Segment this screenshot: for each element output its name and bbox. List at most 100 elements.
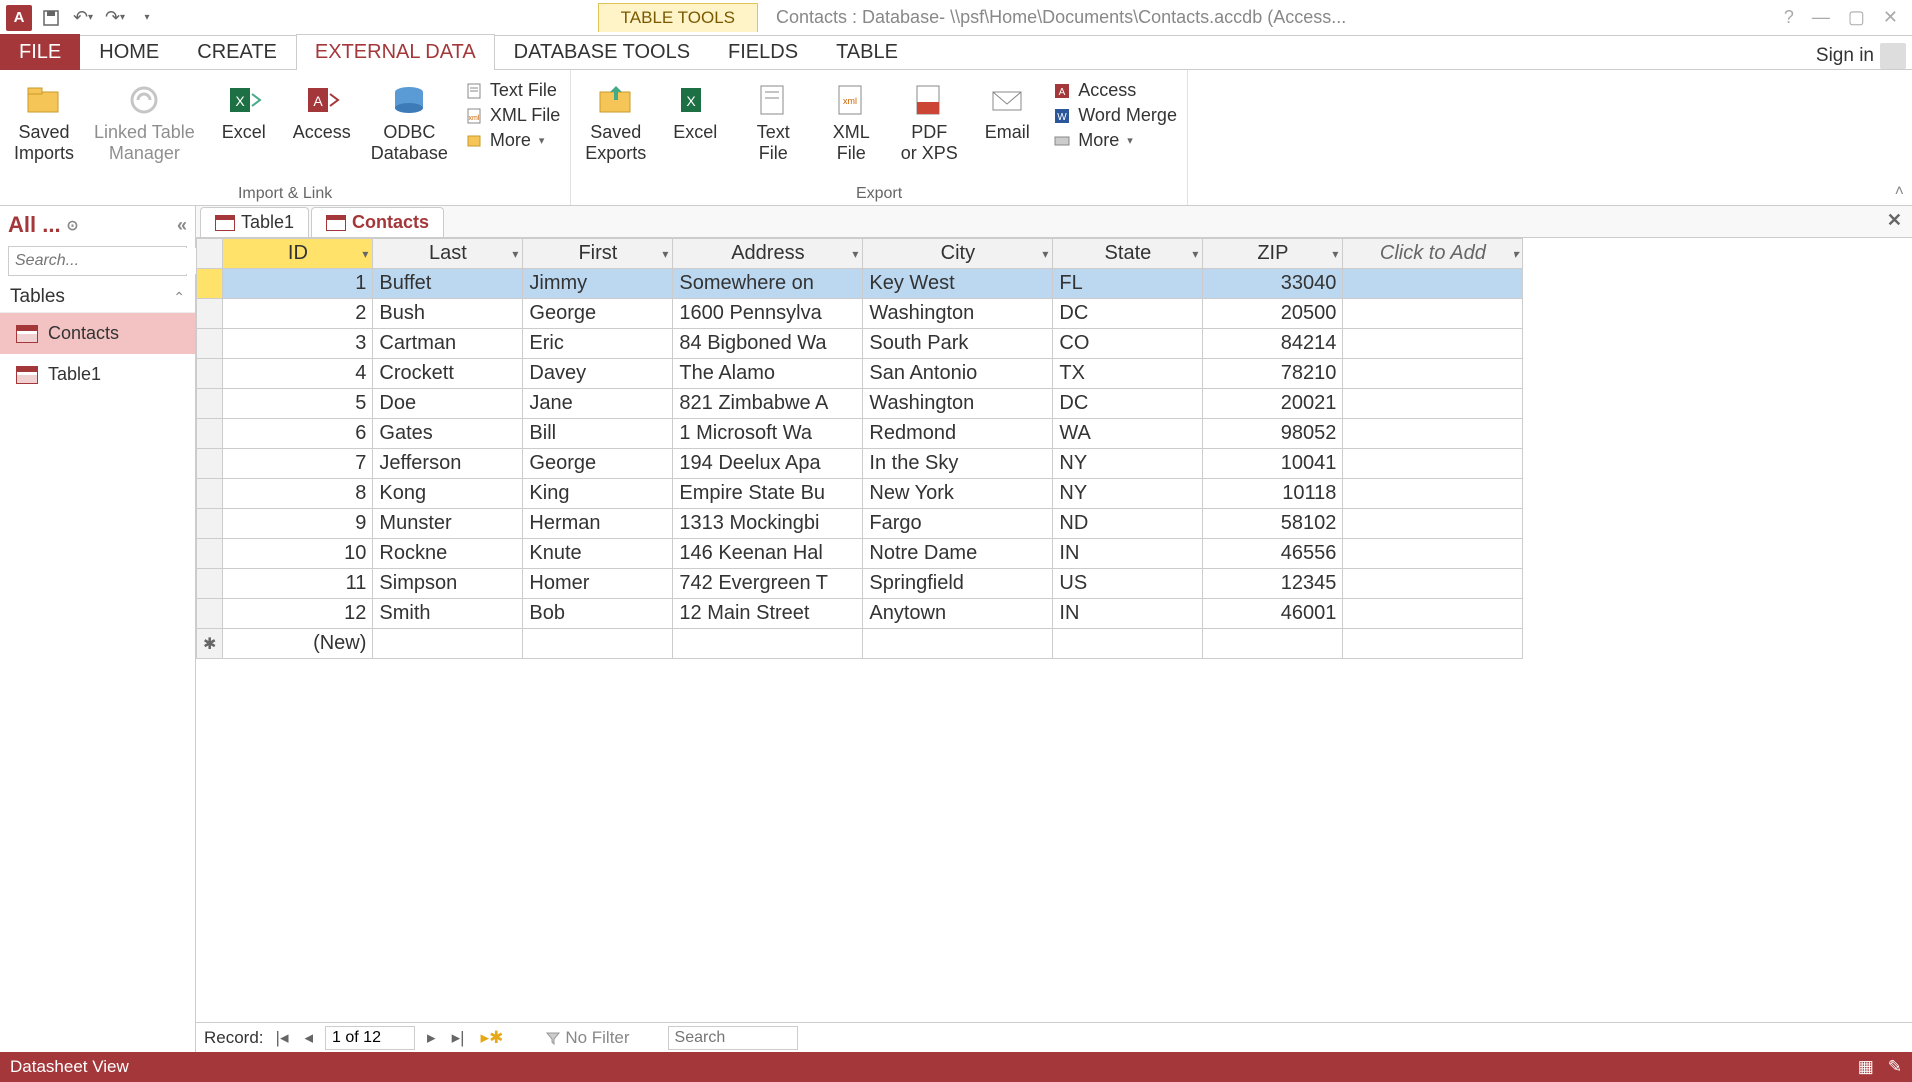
cell[interactable]: 84 Bigboned Wa <box>673 329 863 359</box>
cell[interactable]: 1600 Pennsylva <box>673 299 863 329</box>
row-selector[interactable] <box>197 599 223 629</box>
record-search-input[interactable] <box>668 1026 798 1050</box>
datasheet-view-icon[interactable]: ▦ <box>1858 1057 1874 1077</box>
column-dropdown-icon[interactable]: ▾ <box>1042 247 1048 261</box>
cell[interactable]: South Park <box>863 329 1053 359</box>
cell[interactable]: In the Sky <box>863 449 1053 479</box>
cell[interactable]: NY <box>1053 449 1203 479</box>
nav-collapse-icon[interactable]: « <box>177 215 187 236</box>
cell[interactable]: DC <box>1053 389 1203 419</box>
cell[interactable]: IN <box>1053 539 1203 569</box>
filter-indicator[interactable]: No Filter <box>545 1028 629 1048</box>
cell[interactable]: Eric <box>523 329 673 359</box>
table-row[interactable]: 2BushGeorge1600 PennsylvaWashingtonDC205… <box>197 299 1523 329</box>
export-excel-button[interactable]: X Excel <box>658 76 732 147</box>
cell[interactable]: Key West <box>863 269 1053 299</box>
table-row[interactable]: 5DoeJane821 Zimbabwe AWashingtonDC20021 <box>197 389 1523 419</box>
tab-home[interactable]: HOME <box>80 34 178 70</box>
cell[interactable] <box>1343 539 1523 569</box>
column-dropdown-icon[interactable]: ▾ <box>1332 247 1338 261</box>
cell[interactable]: 78210 <box>1203 359 1343 389</box>
column-dropdown-icon[interactable]: ▾ <box>512 247 518 261</box>
import-text-file-button[interactable]: Text File <box>464 80 560 101</box>
cell[interactable] <box>1343 599 1523 629</box>
table-row[interactable]: 12SmithBob12 Main StreetAnytownIN46001 <box>197 599 1523 629</box>
close-icon[interactable]: ✕ <box>1883 7 1898 28</box>
cell[interactable]: Washington <box>863 389 1053 419</box>
cell[interactable]: 10041 <box>1203 449 1343 479</box>
saved-exports-button[interactable]: Saved Exports <box>577 76 654 167</box>
cell[interactable]: 20500 <box>1203 299 1343 329</box>
cell[interactable]: (New) <box>223 629 373 659</box>
first-record-button[interactable]: |◂ <box>272 1028 293 1048</box>
row-selector[interactable] <box>197 569 223 599</box>
cell[interactable]: Bush <box>373 299 523 329</box>
cell[interactable]: The Alamo <box>673 359 863 389</box>
next-record-button[interactable]: ▸ <box>423 1028 440 1048</box>
cell[interactable]: New York <box>863 479 1053 509</box>
cell[interactable]: Bill <box>523 419 673 449</box>
cell[interactable]: IN <box>1053 599 1203 629</box>
cell[interactable]: 10118 <box>1203 479 1343 509</box>
import-excel-button[interactable]: X Excel <box>207 76 281 147</box>
linked-table-manager-button[interactable]: Linked Table Manager <box>86 76 203 167</box>
cell[interactable]: Notre Dame <box>863 539 1053 569</box>
cell[interactable]: 742 Evergreen T <box>673 569 863 599</box>
tab-database-tools[interactable]: DATABASE TOOLS <box>495 34 709 70</box>
cell[interactable]: FL <box>1053 269 1203 299</box>
design-view-icon[interactable]: ✎ <box>1888 1057 1902 1077</box>
cell[interactable]: Doe <box>373 389 523 419</box>
table-row[interactable]: 7JeffersonGeorge194 Deelux ApaIn the Sky… <box>197 449 1523 479</box>
cell[interactable] <box>373 629 523 659</box>
export-email-button[interactable]: Email <box>970 76 1044 147</box>
cell[interactable]: Anytown <box>863 599 1053 629</box>
cell[interactable]: Davey <box>523 359 673 389</box>
click-to-add-column[interactable]: Click to Add▾ <box>1343 239 1523 269</box>
cell[interactable]: Redmond <box>863 419 1053 449</box>
tab-file[interactable]: FILE <box>0 34 80 70</box>
cell[interactable]: 1313 Mockingbi <box>673 509 863 539</box>
cell[interactable]: King <box>523 479 673 509</box>
cell[interactable] <box>1343 299 1523 329</box>
new-row-selector[interactable]: ✱ <box>197 629 223 659</box>
cell[interactable]: 46001 <box>1203 599 1343 629</box>
tab-create[interactable]: CREATE <box>178 34 296 70</box>
column-dropdown-icon[interactable]: ▾ <box>1192 247 1198 261</box>
cell[interactable]: 5 <box>223 389 373 419</box>
cell[interactable]: US <box>1053 569 1203 599</box>
cell[interactable]: 12345 <box>1203 569 1343 599</box>
cell[interactable] <box>1203 629 1343 659</box>
cell[interactable]: 20021 <box>1203 389 1343 419</box>
cell[interactable] <box>1343 419 1523 449</box>
cell[interactable]: 7 <box>223 449 373 479</box>
cell[interactable]: Jane <box>523 389 673 419</box>
prev-record-button[interactable]: ◂ <box>300 1028 317 1048</box>
cell[interactable]: Munster <box>373 509 523 539</box>
cell[interactable]: Bob <box>523 599 673 629</box>
word-merge-button[interactable]: W Word Merge <box>1052 105 1177 126</box>
cell[interactable]: Empire State Bu <box>673 479 863 509</box>
cell[interactable]: DC <box>1053 299 1203 329</box>
cell[interactable]: San Antonio <box>863 359 1053 389</box>
cell[interactable]: Smith <box>373 599 523 629</box>
import-access-button[interactable]: A Access <box>285 76 359 147</box>
export-pdf-button[interactable]: PDF or XPS <box>892 76 966 167</box>
table-row[interactable]: 1BuffetJimmySomewhere onKey WestFL33040 <box>197 269 1523 299</box>
import-more-button[interactable]: More▾ <box>464 130 560 151</box>
table-row[interactable]: 10RockneKnute146 Keenan HalNotre DameIN4… <box>197 539 1523 569</box>
cell[interactable]: 2 <box>223 299 373 329</box>
column-header-last[interactable]: Last▾ <box>373 239 523 269</box>
cell[interactable]: 98052 <box>1203 419 1343 449</box>
cell[interactable]: 4 <box>223 359 373 389</box>
cell[interactable]: 6 <box>223 419 373 449</box>
export-text-button[interactable]: Text File <box>736 76 810 167</box>
column-dropdown-icon[interactable]: ▾ <box>1512 247 1518 261</box>
cell[interactable]: 12 <box>223 599 373 629</box>
cell[interactable]: 9 <box>223 509 373 539</box>
cell[interactable]: TX <box>1053 359 1203 389</box>
cell[interactable]: 33040 <box>1203 269 1343 299</box>
table-row[interactable]: 4CrockettDaveyThe AlamoSan AntonioTX7821… <box>197 359 1523 389</box>
collapse-ribbon-icon[interactable]: ˄ <box>1895 183 1904 201</box>
save-icon[interactable] <box>38 5 64 31</box>
column-header-address[interactable]: Address▾ <box>673 239 863 269</box>
